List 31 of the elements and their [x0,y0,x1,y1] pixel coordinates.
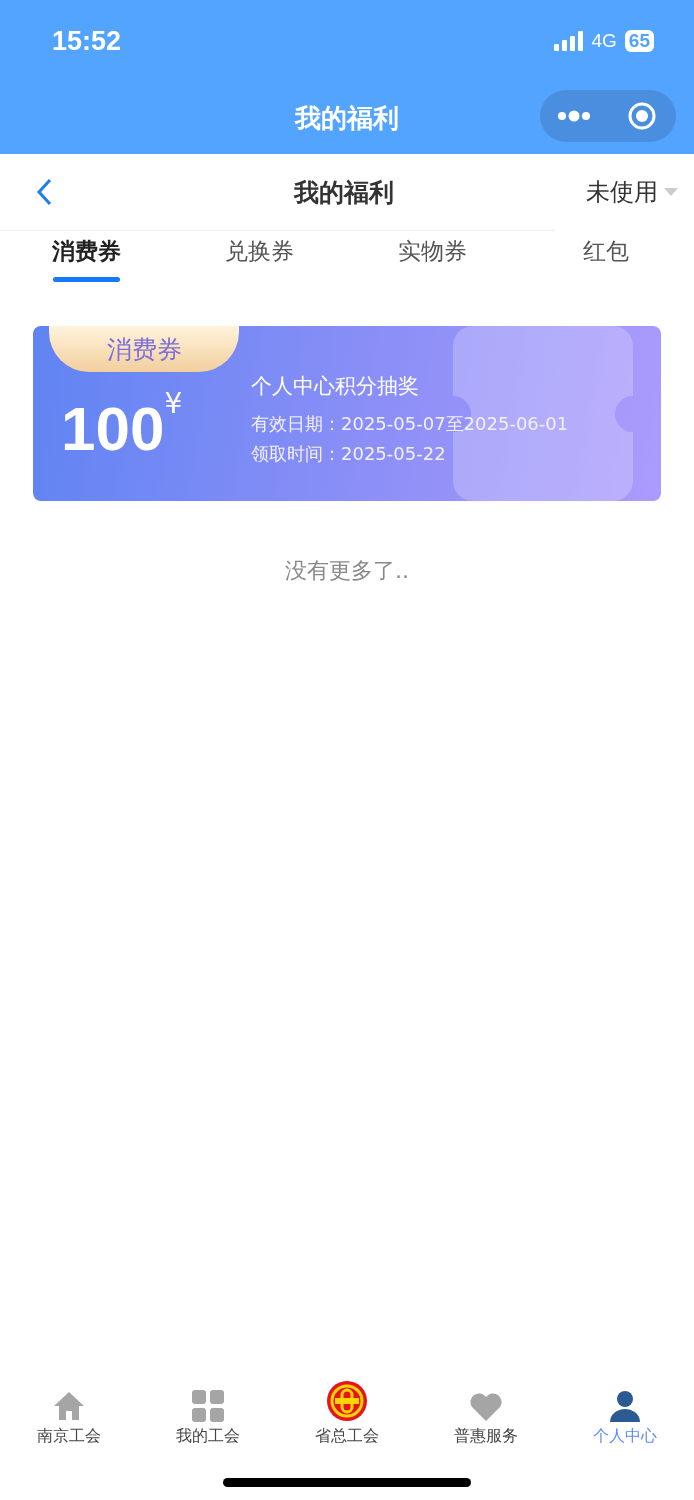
currency-sign: ¥ [164,387,183,420]
caret-icon [664,188,678,196]
network-label: 4G [591,30,617,52]
category-tab[interactable]: 兑换券 [173,231,346,295]
received-text: 领取时间：2025-05-22 [251,441,447,466]
page-title: 我的福利 [294,176,394,209]
emblem-icon [326,1380,368,1422]
battery-level: 65 [624,30,654,52]
tab-bar-item[interactable]: 我的工会 [138,1378,278,1468]
status-time: 15:52 [52,25,122,57]
back-icon[interactable] [36,178,52,206]
coupon-type-label: 消费券 [49,326,239,372]
nav-title: 我的福利 [295,101,399,135]
category-tab[interactable]: 消费券 [0,231,173,295]
person-icon [607,1390,642,1422]
validity-text: 有效日期：2025-05-07至2025-06-01 [251,411,569,436]
end-of-list-text: 没有更多了.. [284,557,410,585]
tab-bar-item[interactable]: 南京工会 [0,1378,139,1468]
close-icon[interactable] [627,101,657,131]
more-icon[interactable] [557,110,591,122]
signal-icon [553,31,584,51]
tab-bar-item[interactable]: 普惠服务 [416,1378,556,1468]
category-tab[interactable]: 红包 [519,231,692,295]
category-tab[interactable]: 实物券 [346,231,519,295]
heart-icon [468,1392,503,1422]
coupon-amount: 100 [61,393,165,464]
tab-underline [53,277,120,282]
tab-bar-item[interactable]: 省总工会 [277,1378,417,1468]
coupon-name: 个人中心积分抽奖 [251,372,420,400]
grid-icon [192,1390,225,1422]
status-filter[interactable]: 未使用 [586,176,694,208]
